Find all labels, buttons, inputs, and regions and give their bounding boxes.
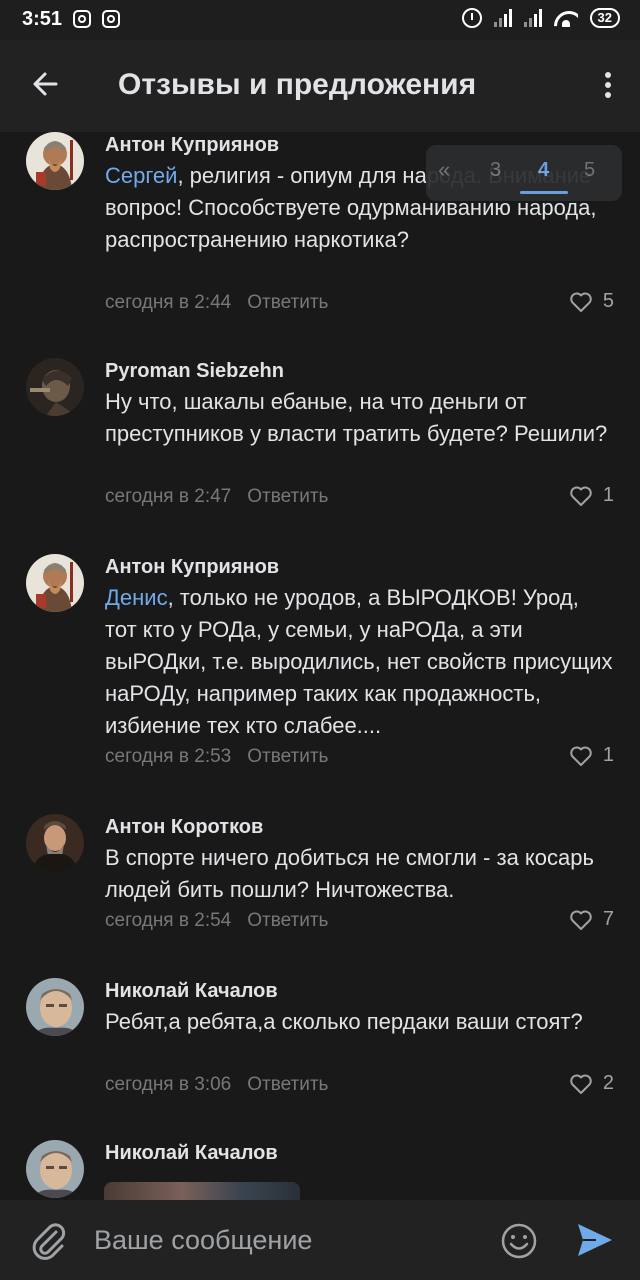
- comment-meta: сегодня в 2:54 Ответить: [105, 910, 328, 932]
- comment-text: Денис, только не уродов, а ВЫРОДКОВ! Уро…: [105, 585, 613, 738]
- pager-current-indicator: [520, 191, 568, 194]
- battery-icon: 32: [589, 8, 620, 28]
- comment-author[interactable]: Антон Куприянов: [105, 134, 279, 157]
- heart-icon: [570, 292, 592, 312]
- comment-meta: сегодня в 2:44 Ответить: [105, 292, 328, 314]
- comment-author[interactable]: Антон Куприянов: [105, 556, 279, 579]
- comment-time: сегодня в 2:44: [105, 292, 232, 313]
- wifi-icon: [554, 9, 578, 27]
- comment-time: сегодня в 2:54: [105, 910, 232, 931]
- heart-icon: [570, 1074, 592, 1094]
- comment-meta: сегодня в 3:06 Ответить: [105, 1074, 328, 1096]
- comment-author[interactable]: Pyroman Siebzehn: [105, 360, 284, 383]
- comment-list[interactable]: Антон Куприянов Сергей, религия - опиум …: [0, 132, 640, 1200]
- pager-page-3[interactable]: 3: [490, 159, 501, 182]
- status-icons: 32: [461, 8, 620, 28]
- page-title: Отзывы и предложения: [118, 68, 477, 101]
- message-composer: [0, 1200, 640, 1280]
- reply-button[interactable]: Ответить: [247, 746, 328, 767]
- avatar[interactable]: [26, 978, 84, 1036]
- reply-button[interactable]: Ответить: [247, 292, 328, 313]
- signal-icon: [523, 9, 542, 27]
- like-count: 1: [602, 744, 614, 766]
- heart-icon: [570, 486, 592, 506]
- pager-page-4-current[interactable]: 4: [538, 159, 549, 182]
- message-input[interactable]: [94, 1220, 474, 1260]
- like-button[interactable]: 2: [569, 1072, 614, 1095]
- like-button[interactable]: 1: [569, 744, 614, 767]
- comment-time: сегодня в 2:53: [105, 746, 232, 767]
- back-arrow-icon[interactable]: [26, 64, 66, 104]
- pager-prev-button[interactable]: «: [438, 157, 450, 183]
- comment-text: Ну что, шакалы ебаные, на что деньги от …: [105, 389, 608, 446]
- pager-page-5[interactable]: 5: [584, 159, 595, 182]
- avatar[interactable]: [26, 358, 84, 416]
- status-bar: 3:51 32: [0, 0, 640, 40]
- paperclip-icon[interactable]: [28, 1218, 68, 1262]
- reply-button[interactable]: Ответить: [247, 486, 328, 507]
- app-bar: Отзывы и предложения: [0, 40, 640, 132]
- more-options-icon[interactable]: [596, 68, 620, 102]
- instagram-notification-icon: [102, 10, 120, 28]
- comment-author[interactable]: Антон Коротков: [105, 816, 263, 839]
- comments-pagination: « 3 4 5: [426, 145, 622, 201]
- emoji-icon[interactable]: [500, 1222, 538, 1260]
- photo-attachment[interactable]: [104, 1182, 300, 1200]
- heart-icon: [570, 746, 592, 766]
- reply-button[interactable]: Ответить: [247, 910, 328, 931]
- like-count: 7: [602, 908, 614, 930]
- like-button[interactable]: 7: [569, 908, 614, 931]
- status-time: 3:51: [22, 8, 63, 30]
- comment-author[interactable]: Николай Качалов: [105, 980, 278, 1003]
- comment-time: сегодня в 2:47: [105, 486, 232, 507]
- avatar[interactable]: [26, 554, 84, 612]
- like-count: 1: [602, 484, 614, 506]
- like-count: 5: [602, 290, 614, 312]
- heart-icon: [570, 910, 592, 930]
- comment-text: В спорте ничего добиться не смогли - за …: [105, 845, 594, 902]
- comment-author[interactable]: Николай Качалов: [105, 1142, 278, 1165]
- reply-button[interactable]: Ответить: [247, 1074, 328, 1095]
- like-button[interactable]: 5: [569, 290, 614, 313]
- like-button[interactable]: 1: [569, 484, 614, 507]
- mention-link[interactable]: Денис: [105, 585, 168, 610]
- avatar[interactable]: [26, 1140, 84, 1198]
- instagram-notification-icon: [73, 10, 91, 28]
- comment-meta: сегодня в 2:53 Ответить: [105, 746, 328, 768]
- comment-time: сегодня в 3:06: [105, 1074, 232, 1095]
- like-count: 2: [602, 1072, 614, 1094]
- signal-icon: [493, 9, 512, 27]
- mention-link[interactable]: Сергей: [105, 163, 177, 188]
- avatar[interactable]: [26, 132, 84, 190]
- comment-text: Ребят,а ребята,а сколько пердаки ваши ст…: [105, 1009, 583, 1034]
- alarm-icon: [461, 8, 482, 28]
- send-icon[interactable]: [576, 1222, 614, 1258]
- comment-meta: сегодня в 2:47 Ответить: [105, 486, 328, 508]
- avatar[interactable]: [26, 814, 84, 872]
